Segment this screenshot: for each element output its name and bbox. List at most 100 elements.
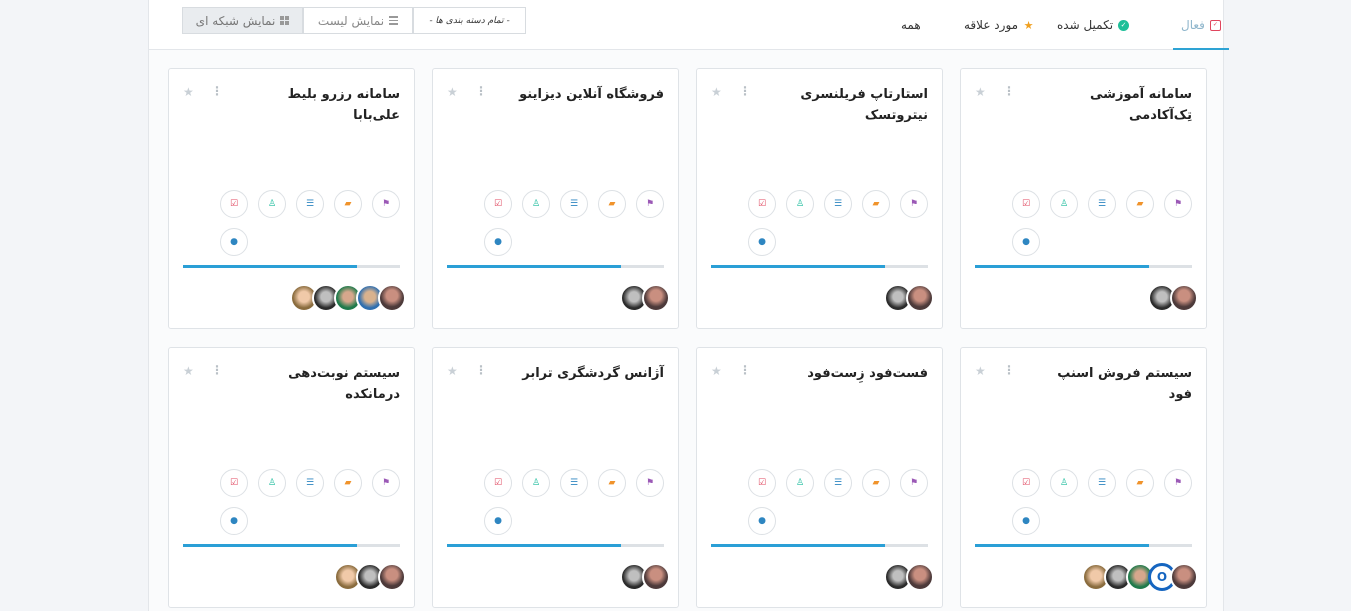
folder-icon[interactable]: ▰ <box>598 469 626 497</box>
list-icon[interactable]: ☰ <box>296 469 324 497</box>
user-icon[interactable]: ♙ <box>1050 469 1078 497</box>
star-icon[interactable]: ★ <box>447 85 458 99</box>
folder-icon[interactable]: ▰ <box>334 190 362 218</box>
folder-icon[interactable]: ▰ <box>862 469 890 497</box>
chat-icon[interactable]: ● <box>484 228 512 256</box>
progress-fill <box>975 544 1149 547</box>
avatar[interactable] <box>642 284 670 312</box>
project-title[interactable]: فروشگاه آنلاین دیزاینو <box>504 84 664 105</box>
kebab-menu-icon[interactable]: ⋮ <box>739 84 751 98</box>
list-icon[interactable]: ☰ <box>824 190 852 218</box>
folder-icon[interactable]: ▰ <box>1126 190 1154 218</box>
avatar[interactable] <box>906 284 934 312</box>
user-icon[interactable]: ♙ <box>1050 190 1078 218</box>
kebab-menu-icon[interactable]: ⋮ <box>475 363 487 377</box>
progress-fill <box>183 544 357 547</box>
check-square-icon[interactable]: ☑ <box>1012 469 1040 497</box>
chat-icon[interactable]: ● <box>484 507 512 535</box>
project-card[interactable]: سیستم نوبت‌دهی درمانکده ★ ⋮ ⚑ ▰ ☰ ♙ ☑ ● <box>168 347 415 608</box>
avatar[interactable] <box>642 563 670 591</box>
star-icon[interactable]: ★ <box>975 364 986 378</box>
check-square-icon[interactable]: ☑ <box>220 190 248 218</box>
user-icon[interactable]: ♙ <box>786 469 814 497</box>
flag-icon[interactable]: ⚑ <box>636 190 664 218</box>
project-card[interactable]: سیستم فروش اسنپ فود ★ ⋮ ⚑ ▰ ☰ ♙ ☑ ● O <box>960 347 1207 608</box>
list-icon[interactable]: ☰ <box>1088 190 1116 218</box>
member-avatars <box>334 563 406 591</box>
chat-icon[interactable]: ● <box>1012 228 1040 256</box>
project-title[interactable]: آژانس گردشگری ترابر <box>504 363 664 384</box>
project-title[interactable]: استارتاپ فریلنسری نیتروتسک <box>768 84 928 126</box>
list-icon[interactable]: ☰ <box>824 469 852 497</box>
project-title[interactable]: سیستم فروش اسنپ فود <box>1032 363 1192 405</box>
star-icon[interactable]: ★ <box>711 364 722 378</box>
list-icon[interactable]: ☰ <box>560 190 588 218</box>
project-card[interactable]: فروشگاه آنلاین دیزاینو ★ ⋮ ⚑ ▰ ☰ ♙ ☑ ● <box>432 68 679 329</box>
project-card[interactable]: آژانس گردشگری ترابر ★ ⋮ ⚑ ▰ ☰ ♙ ☑ ● <box>432 347 679 608</box>
member-avatars <box>884 284 934 312</box>
user-icon[interactable]: ♙ <box>522 469 550 497</box>
list-view-button[interactable]: نمایش لیست <box>303 7 413 34</box>
flag-icon[interactable]: ⚑ <box>636 469 664 497</box>
project-card[interactable]: استارتاپ فریلنسری نیتروتسک ★ ⋮ ⚑ ▰ ☰ ♙ ☑ ● <box>696 68 943 329</box>
avatar[interactable] <box>1170 563 1198 591</box>
star-icon[interactable]: ★ <box>975 85 986 99</box>
project-title[interactable]: فست‌فود زِست‌فود <box>768 363 928 384</box>
flag-icon[interactable]: ⚑ <box>900 190 928 218</box>
check-square-icon[interactable]: ☑ <box>748 469 776 497</box>
star-icon[interactable]: ★ <box>711 85 722 99</box>
kebab-menu-icon[interactable]: ⋮ <box>1003 363 1015 377</box>
tab-favorite[interactable]: ★ مورد علاقه <box>964 0 1034 50</box>
project-card[interactable]: سامانه رزرو بلیط علی‌بابا ★ ⋮ ⚑ ▰ ☰ ♙ ☑ ● <box>168 68 415 329</box>
project-title[interactable]: سامانه آموزشی تِک‌آکادمی <box>1032 84 1192 126</box>
flag-icon[interactable]: ⚑ <box>1164 469 1192 497</box>
avatar[interactable] <box>378 563 406 591</box>
check-square-icon[interactable]: ☑ <box>748 190 776 218</box>
check-square-icon[interactable]: ☑ <box>484 469 512 497</box>
grid-view-button[interactable]: نمایش شبکه ای <box>182 7 303 34</box>
star-icon[interactable]: ★ <box>183 364 194 378</box>
chat-icon[interactable]: ● <box>748 507 776 535</box>
check-square-icon[interactable]: ☑ <box>1012 190 1040 218</box>
user-icon[interactable]: ♙ <box>522 190 550 218</box>
star-icon[interactable]: ★ <box>447 364 458 378</box>
list-icon[interactable]: ☰ <box>560 469 588 497</box>
kebab-menu-icon[interactable]: ⋮ <box>211 84 223 98</box>
user-icon[interactable]: ♙ <box>258 469 286 497</box>
list-icon[interactable]: ☰ <box>1088 469 1116 497</box>
kebab-menu-icon[interactable]: ⋮ <box>475 84 487 98</box>
tab-completed[interactable]: ✓ تکمیل شده <box>1057 0 1130 50</box>
check-square-icon[interactable]: ☑ <box>220 469 248 497</box>
folder-icon[interactable]: ▰ <box>334 469 362 497</box>
avatar[interactable] <box>378 284 406 312</box>
tab-active[interactable]: ✓ فعال <box>1173 0 1229 50</box>
flag-icon[interactable]: ⚑ <box>1164 190 1192 218</box>
folder-icon[interactable]: ▰ <box>1126 469 1154 497</box>
flag-icon[interactable]: ⚑ <box>372 190 400 218</box>
flag-icon[interactable]: ⚑ <box>900 469 928 497</box>
check-square-icon[interactable]: ☑ <box>484 190 512 218</box>
avatar[interactable] <box>906 563 934 591</box>
flag-icon[interactable]: ⚑ <box>372 469 400 497</box>
chat-icon[interactable]: ● <box>1012 507 1040 535</box>
chat-icon[interactable]: ● <box>748 228 776 256</box>
project-title[interactable]: سیستم نوبت‌دهی درمانکده <box>240 363 400 405</box>
kebab-menu-icon[interactable]: ⋮ <box>211 363 223 377</box>
folder-icon[interactable]: ▰ <box>862 190 890 218</box>
folder-icon[interactable]: ▰ <box>598 190 626 218</box>
star-icon[interactable]: ★ <box>183 85 194 99</box>
project-card[interactable]: فست‌فود زِست‌فود ★ ⋮ ⚑ ▰ ☰ ♙ ☑ ● <box>696 347 943 608</box>
project-title[interactable]: سامانه رزرو بلیط علی‌بابا <box>240 84 400 126</box>
chat-icon[interactable]: ● <box>220 228 248 256</box>
kebab-menu-icon[interactable]: ⋮ <box>739 363 751 377</box>
user-icon[interactable]: ♙ <box>258 190 286 218</box>
project-card[interactable]: سامانه آموزشی تِک‌آکادمی ★ ⋮ ⚑ ▰ ☰ ♙ ☑ ● <box>960 68 1207 329</box>
tab-all[interactable]: همه <box>901 0 935 50</box>
kebab-menu-icon[interactable]: ⋮ <box>1003 84 1015 98</box>
category-filter-dropdown[interactable]: - تمام دسته بندی ها - <box>413 7 526 34</box>
chat-icon[interactable]: ● <box>220 507 248 535</box>
projects-panel: ✓ فعال ✓ تکمیل شده ★ مورد علاقه همه - تم… <box>148 0 1229 611</box>
list-icon[interactable]: ☰ <box>296 190 324 218</box>
user-icon[interactable]: ♙ <box>786 190 814 218</box>
avatar[interactable] <box>1170 284 1198 312</box>
